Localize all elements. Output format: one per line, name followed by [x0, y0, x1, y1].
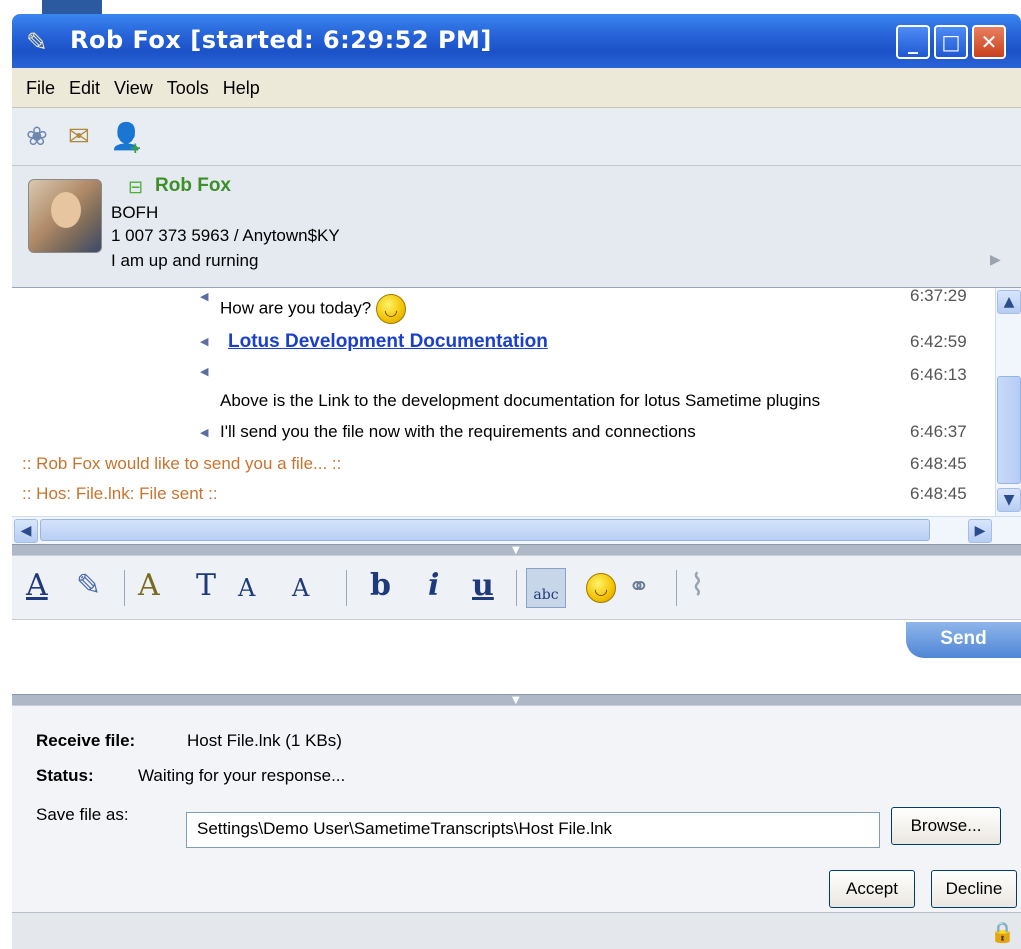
system-message: :: Rob Fox would like to send you a file…: [22, 454, 342, 473]
maximize-button[interactable]: □: [934, 25, 968, 59]
message-input[interactable]: [12, 620, 1021, 694]
message-bullet-icon: ◀: [200, 290, 209, 303]
contact-title: BOFH: [111, 203, 159, 222]
italic-icon[interactable]: i: [428, 568, 439, 603]
desktop-fragment: [42, 0, 102, 14]
horizontal-scroll-thumb[interactable]: [40, 519, 930, 541]
documentation-link[interactable]: Lotus Development Documentation: [228, 331, 548, 353]
online-status-icon: ⊟: [128, 177, 144, 198]
contact-phone: 1 007 373 5963 / Anytown$KY: [111, 226, 340, 245]
message-bullet-icon: ◀: [200, 426, 209, 439]
scroll-right-button[interactable]: ▶: [968, 519, 992, 543]
menu-bar: File Edit View Tools Help: [12, 68, 1021, 108]
save-file-label: Save file as:: [36, 805, 129, 824]
scroll-down-button[interactable]: ▼: [997, 488, 1021, 512]
close-button[interactable]: ✕: [972, 25, 1006, 59]
vertical-scrollbar[interactable]: ▲ ▼: [995, 288, 1021, 516]
message-time: 6:42:59: [910, 332, 967, 351]
text-color-icon[interactable]: A: [26, 568, 48, 603]
menu-edit[interactable]: Edit: [62, 68, 107, 108]
shrink-font-icon[interactable]: A: [292, 574, 309, 602]
message-text: Above is the Link to the development doc…: [220, 391, 821, 410]
sametime-app-icon: ✎: [26, 28, 48, 58]
horizontal-scrollbar[interactable]: ◀ ▶: [12, 516, 1021, 544]
message-bullet-icon: ◀: [200, 335, 209, 348]
receive-file-value: Host File.lnk (1 KBs): [187, 731, 342, 750]
message-time: 6:48:45: [910, 454, 967, 473]
spell-check-icon[interactable]: abc: [526, 568, 566, 608]
message-time: 6:37:29: [910, 288, 967, 305]
font-style-icon[interactable]: T: [196, 568, 216, 603]
status-label: Status:: [36, 766, 94, 785]
save-file-path-input[interactable]: Settings\Demo User\SametimeTranscripts\H…: [186, 812, 880, 848]
message-text: I'll send you the file now with the requ…: [220, 422, 696, 441]
format-toolbar: A ✎ A T A A b i u abc ⚭ ⌇: [12, 556, 1021, 620]
contact-name: Rob Fox: [155, 175, 231, 196]
browse-button[interactable]: Browse...: [891, 807, 1001, 845]
main-toolbar: ❀ ✉ 👤 +: [12, 108, 1021, 166]
emoticon-icon[interactable]: [586, 573, 616, 603]
chat-transcript[interactable]: ◀ How are you today? 6:37:29 ◀ Lotus Dev…: [12, 288, 1021, 516]
contact-status-message: I am up and rurning: [111, 251, 259, 270]
toolbar-separator: [346, 570, 347, 606]
transcript-splitter[interactable]: ▼: [12, 544, 1021, 556]
add-plus-icon: +: [129, 139, 142, 157]
contact-header: ⊟ Rob Fox BOFH 1 007 373 5963 / Anytown$…: [12, 166, 1021, 288]
minimize-button[interactable]: _: [896, 25, 930, 59]
menu-help[interactable]: Help: [216, 68, 267, 108]
expand-arrow-icon[interactable]: ▶: [990, 252, 1001, 268]
message-time: 6:46:37: [910, 422, 967, 441]
avatar: [28, 179, 102, 253]
send-button[interactable]: Send: [906, 622, 1021, 658]
invite-icon[interactable]: ✉: [68, 122, 90, 152]
message-time: 6:46:13: [910, 365, 967, 384]
menu-tools[interactable]: Tools: [160, 68, 216, 108]
message-text: How are you today?: [220, 294, 406, 324]
title-bar[interactable]: ✎ Rob Fox [started: 6:29:52 PM] _ □ ✕: [12, 14, 1021, 68]
menu-view[interactable]: View: [107, 68, 160, 108]
accept-button[interactable]: Accept: [829, 870, 915, 908]
grow-font-icon[interactable]: A: [238, 574, 255, 602]
receive-file-label: Receive file:: [36, 731, 136, 750]
lock-icon: 🔒: [990, 920, 1015, 944]
link-icon[interactable]: ⚭: [628, 572, 650, 602]
underline-icon[interactable]: u: [472, 568, 494, 603]
highlight-icon[interactable]: ✎: [76, 568, 101, 603]
system-message: :: Hos: File.lnk: File sent ::: [22, 484, 218, 503]
status-bar: 🔒: [12, 912, 1021, 949]
toolbar-separator: [124, 570, 125, 606]
font-icon[interactable]: A: [138, 568, 160, 603]
smiley-icon: [375, 294, 406, 324]
group-chat-icon[interactable]: ❀: [26, 122, 48, 152]
menu-file[interactable]: File: [12, 68, 62, 108]
attach-icon[interactable]: ⌇: [690, 568, 705, 603]
status-value: Waiting for your response...: [138, 766, 346, 785]
scroll-left-button[interactable]: ◀: [14, 519, 38, 543]
decline-button[interactable]: Decline: [931, 870, 1017, 908]
vertical-scroll-thumb[interactable]: [997, 376, 1021, 484]
message-time: 6:48:45: [910, 484, 967, 503]
message-bullet-icon: ◀: [200, 365, 209, 378]
input-splitter[interactable]: ▼: [12, 694, 1021, 706]
bold-icon[interactable]: b: [370, 568, 391, 603]
scroll-up-button[interactable]: ▲: [997, 290, 1021, 314]
toolbar-separator: [516, 570, 517, 606]
toolbar-separator: [676, 570, 677, 606]
window-title: Rob Fox [started: 6:29:52 PM]: [70, 26, 492, 54]
